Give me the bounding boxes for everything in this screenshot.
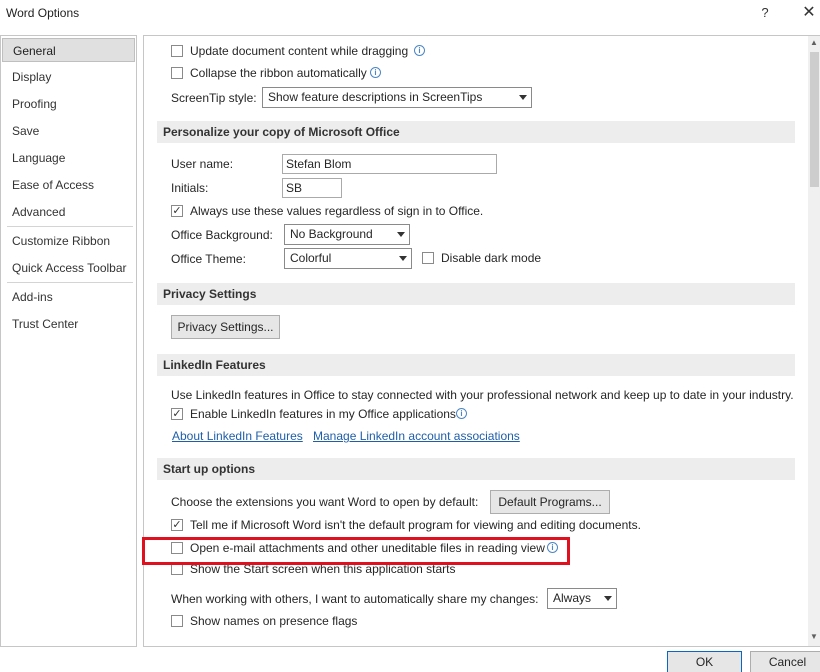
collapse-ribbon-checkbox[interactable] [171,67,183,79]
tell-me-default-label: Tell me if Microsoft Word isn't the defa… [190,518,641,532]
enable-linkedin-label: Enable LinkedIn features in my Office ap… [190,407,456,421]
office-theme-dropdown[interactable]: Colorful [284,248,412,269]
office-background-label: Office Background: [171,228,273,242]
collapse-ribbon-label: Collapse the ribbon automatically [190,66,367,80]
initials-label: Initials: [171,181,209,195]
sidebar-item-advanced[interactable]: Advanced [2,200,135,224]
share-changes-value: Always [553,591,592,605]
screentip-style-dropdown[interactable]: Show feature descriptions in ScreenTips [262,87,532,108]
always-use-label: Always use these values regardless of si… [190,204,484,218]
manage-linkedin-link[interactable]: Manage LinkedIn account associations [313,429,520,443]
section-header-privacy: Privacy Settings [157,283,795,305]
share-changes-dropdown[interactable]: Always [547,588,617,609]
username-input[interactable]: Stefan Blom [282,154,497,174]
username-label: User name: [171,157,234,171]
office-background-dropdown[interactable]: No Background [284,224,410,245]
info-icon[interactable]: i [370,67,381,78]
sidebar-item-ease-of-access[interactable]: Ease of Access [2,173,135,197]
ok-button[interactable]: OK [667,651,742,672]
screentip-style-label: ScreenTip style: [171,91,257,105]
sidebar-item-proofing[interactable]: Proofing [2,92,135,116]
disable-dark-mode-checkbox[interactable] [422,252,434,264]
help-button[interactable]: ? [756,5,774,23]
share-changes-label: When working with others, I want to auto… [171,592,539,606]
cancel-button[interactable]: Cancel [750,651,820,672]
screentip-style-value: Show feature descriptions in ScreenTips [268,90,483,104]
extensions-label: Choose the extensions you want Word to o… [171,495,479,509]
info-icon[interactable]: i [414,45,425,56]
section-header-personalize: Personalize your copy of Microsoft Offic… [157,121,795,143]
privacy-settings-button[interactable]: Privacy Settings... [171,315,280,339]
sidebar-item-general[interactable]: General [2,38,135,62]
update-dragging-checkbox[interactable] [171,45,183,57]
highlight-box [142,537,570,565]
enable-linkedin-checkbox[interactable]: ✓ [171,408,183,420]
chevron-down-icon [519,95,527,100]
window-title: Word Options [6,6,80,20]
title-bar [0,0,820,30]
section-header-startup: Start up options [157,458,795,480]
sidebar-item-customize-ribbon[interactable]: Customize Ribbon [2,229,135,253]
about-linkedin-link[interactable]: About LinkedIn Features [172,429,303,443]
sidebar-item-language[interactable]: Language [2,146,135,170]
section-header-linkedin: LinkedIn Features [157,354,795,376]
close-button[interactable]: ✕ [800,5,818,23]
sidebar-divider [7,226,133,227]
sidebar-item-add-ins[interactable]: Add-ins [2,285,135,309]
office-background-value: No Background [290,227,373,241]
presence-flags-checkbox[interactable] [171,615,183,627]
office-theme-value: Colorful [290,251,332,265]
chevron-down-icon [399,256,407,261]
info-icon[interactable]: i [456,408,467,419]
sidebar-item-save[interactable]: Save [2,119,135,143]
sidebar-item-quick-access-toolbar[interactable]: Quick Access Toolbar [2,256,135,280]
sidebar-divider [7,282,133,283]
scroll-up-icon[interactable]: ▲ [808,36,820,50]
sidebar-item-display[interactable]: Display [2,65,135,89]
default-programs-button[interactable]: Default Programs... [490,490,610,514]
sidebar-item-trust-center[interactable]: Trust Center [2,312,135,336]
chevron-down-icon [397,232,405,237]
scroll-down-icon[interactable]: ▼ [808,630,820,644]
always-use-checkbox[interactable]: ✓ [171,205,183,217]
initials-input[interactable]: SB [282,178,342,198]
sidebar: General Display Proofing Save Language E… [0,35,137,647]
tell-me-default-checkbox[interactable]: ✓ [171,519,183,531]
chevron-down-icon [604,596,612,601]
scroll-thumb[interactable] [810,52,819,187]
update-dragging-label: Update document content while dragging [190,44,409,58]
disable-dark-mode-label: Disable dark mode [441,251,542,265]
presence-flags-label: Show names on presence flags [190,614,358,628]
linkedin-description: Use LinkedIn features in Office to stay … [171,388,794,402]
office-theme-label: Office Theme: [171,252,246,266]
